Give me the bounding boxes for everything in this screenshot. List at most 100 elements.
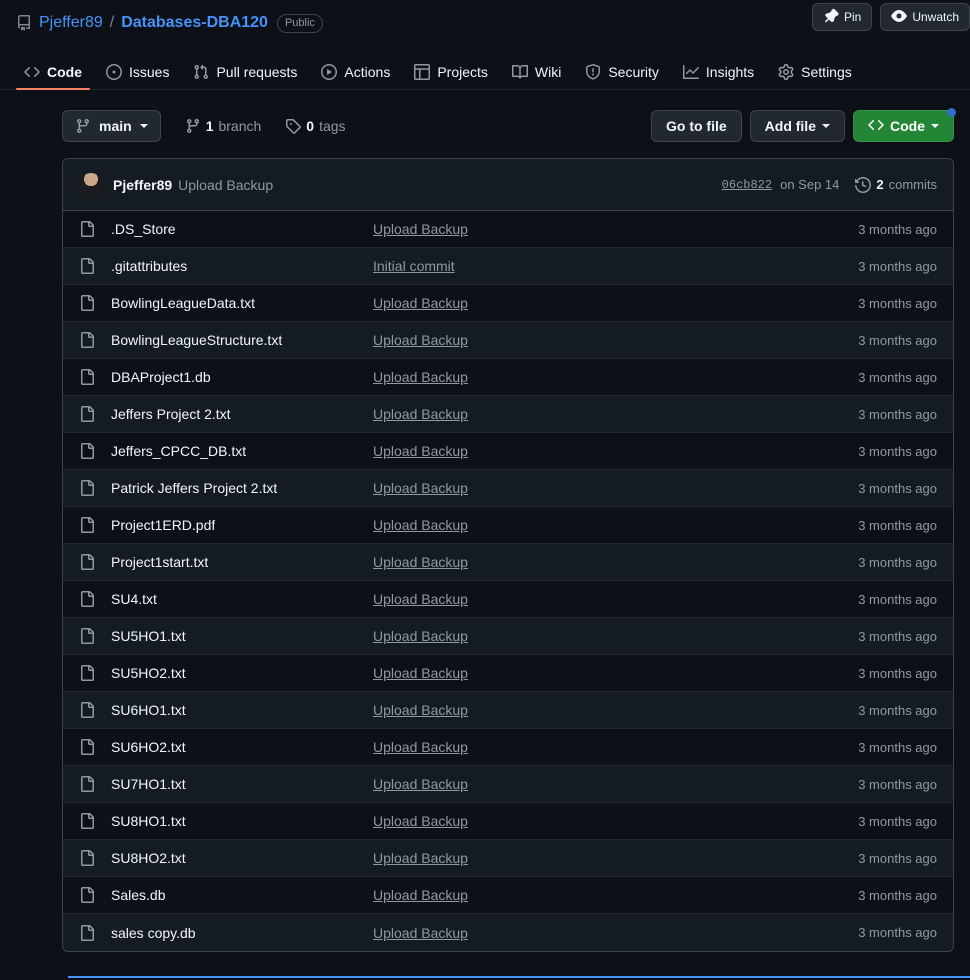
tab-projects[interactable]: Projects bbox=[406, 64, 496, 89]
file-commit-time: 3 months ago bbox=[858, 332, 937, 348]
tab-settings[interactable]: Settings bbox=[770, 64, 860, 89]
tab-actions[interactable]: Actions bbox=[313, 64, 398, 89]
branch-count-link[interactable]: 1 branch bbox=[185, 118, 261, 134]
file-name-link[interactable]: .gitattributes bbox=[111, 258, 187, 274]
file-name-cell: .gitattributes bbox=[79, 258, 373, 274]
table-row[interactable]: Project1ERD.pdf Upload Backup 3 months ago bbox=[63, 507, 953, 544]
file-commit-message[interactable]: Upload Backup bbox=[373, 776, 858, 792]
table-row[interactable]: BowlingLeagueStructure.txt Upload Backup 3… bbox=[63, 322, 953, 359]
file-commit-message[interactable]: Upload Backup bbox=[373, 665, 858, 681]
file-icon bbox=[79, 924, 111, 941]
file-name-cell: SU6HO2.txt bbox=[79, 739, 373, 755]
tab-pull-requests[interactable]: Pull requests bbox=[185, 64, 305, 89]
file-commit-message[interactable]: Upload Backup bbox=[373, 925, 858, 941]
file-commit-message[interactable]: Upload Backup bbox=[373, 517, 858, 533]
tab-insights-label: Insights bbox=[705, 64, 755, 80]
file-icon bbox=[79, 887, 111, 903]
file-name-link[interactable]: SU5HO2.txt bbox=[111, 665, 186, 681]
unwatch-button[interactable]: Unwatch bbox=[880, 3, 970, 31]
file-name-link[interactable]: Jeffers_CPCC_DB.txt bbox=[111, 443, 246, 459]
table-row[interactable]: sales copy.db Upload Backup 3 months ago bbox=[63, 914, 953, 951]
table-row[interactable]: .DS_Store Upload Backup 3 months ago bbox=[63, 211, 953, 248]
tab-wiki[interactable]: Wiki bbox=[504, 64, 569, 89]
table-row[interactable]: SU6HO2.txt Upload Backup 3 months ago bbox=[63, 729, 953, 766]
tab-security[interactable]: Security bbox=[577, 64, 667, 89]
file-name-link[interactable]: sales copy.db bbox=[111, 925, 196, 941]
avatar bbox=[79, 172, 103, 197]
file-name-link[interactable]: .DS_Store bbox=[111, 221, 176, 237]
file-commit-time: 3 months ago bbox=[858, 925, 937, 940]
file-commit-time: 3 months ago bbox=[858, 406, 937, 422]
file-commit-message[interactable]: Upload Backup bbox=[373, 443, 858, 459]
go-to-file-button[interactable]: Go to file bbox=[650, 110, 742, 142]
file-commit-message[interactable]: Upload Backup bbox=[373, 813, 858, 829]
commit-count-link[interactable]: 2 commits bbox=[855, 176, 937, 193]
table-row[interactable]: Sales.db Upload Backup 3 months ago bbox=[63, 877, 953, 914]
branch-selector[interactable]: main bbox=[62, 110, 161, 142]
table-row[interactable]: SU6HO1.txt Upload Backup 3 months ago bbox=[63, 692, 953, 729]
file-commit-message[interactable]: Upload Backup bbox=[373, 850, 858, 866]
file-name-link[interactable]: SU6HO1.txt bbox=[111, 702, 186, 718]
file-commit-message[interactable]: Upload Backup bbox=[373, 739, 858, 755]
file-name-link[interactable]: Project1start.txt bbox=[111, 554, 208, 570]
file-commit-message[interactable]: Upload Backup bbox=[373, 887, 858, 903]
file-rows: .DS_Store Upload Backup 3 months ago .gitat… bbox=[63, 211, 953, 951]
table-row[interactable]: DBAProject1.db Upload Backup 3 months ago bbox=[63, 359, 953, 396]
file-name-link[interactable]: DBAProject1.db bbox=[111, 369, 211, 385]
repo-name-link[interactable]: Databases-DBA120 bbox=[121, 14, 268, 32]
file-commit-message[interactable]: Upload Backup bbox=[373, 406, 858, 422]
file-commit-message[interactable]: Upload Backup bbox=[373, 554, 858, 570]
commit-author-link[interactable]: Pjeffer89 bbox=[113, 177, 172, 193]
table-row[interactable]: SU7HO1.txt Upload Backup 3 months ago bbox=[63, 766, 953, 803]
file-commit-message[interactable]: Initial commit bbox=[373, 258, 858, 274]
code-button[interactable]: Code bbox=[853, 108, 956, 142]
file-name-link[interactable]: SU7HO1.txt bbox=[111, 776, 186, 792]
table-row[interactable]: Jeffers_CPCC_DB.txt Upload Backup 3 months… bbox=[63, 433, 953, 470]
tags-count-link[interactable]: 0 tags bbox=[285, 118, 346, 134]
file-name-link[interactable]: Project1ERD.pdf bbox=[111, 517, 215, 533]
file-name-link[interactable]: SU4.txt bbox=[111, 591, 157, 607]
add-file-button[interactable]: Add file bbox=[749, 110, 845, 142]
commit-message-link[interactable]: Upload Backup bbox=[178, 177, 273, 193]
file-commit-time: 3 months ago bbox=[858, 517, 937, 533]
repo-owner-link[interactable]: Pjeffer89 bbox=[39, 14, 103, 32]
tab-code[interactable]: Code bbox=[16, 64, 90, 90]
latest-commit-bar: Pjeffer89 Upload Backup 06cb822 on Sep 1… bbox=[63, 159, 953, 211]
file-commit-message[interactable]: Upload Backup bbox=[373, 221, 858, 237]
file-name-link[interactable]: Patrick Jeffers Project 2.txt bbox=[111, 480, 277, 496]
table-row[interactable]: SU8HO1.txt Upload Backup 3 months ago bbox=[63, 803, 953, 840]
table-row[interactable]: SU5HO2.txt Upload Backup 3 months ago bbox=[63, 655, 953, 692]
file-commit-message[interactable]: Upload Backup bbox=[373, 295, 858, 311]
file-commit-message[interactable]: Upload Backup bbox=[373, 628, 858, 644]
file-icon bbox=[79, 850, 111, 866]
file-name-cell: Project1start.txt bbox=[79, 554, 373, 570]
file-commit-message[interactable]: Upload Backup bbox=[373, 591, 858, 607]
file-name-link[interactable]: SU5HO1.txt bbox=[111, 628, 186, 644]
table-row[interactable]: Patrick Jeffers Project 2.txt Upload Back… bbox=[63, 470, 953, 507]
table-row[interactable]: Jeffers Project 2.txt Upload Backup 3 mont… bbox=[63, 396, 953, 433]
file-name-cell: BowlingLeagueData.txt bbox=[79, 295, 373, 311]
tab-insights[interactable]: Insights bbox=[675, 64, 762, 89]
file-commit-message[interactable]: Upload Backup bbox=[373, 332, 858, 348]
file-name-link[interactable]: BowlingLeagueData.txt bbox=[111, 295, 255, 311]
table-row[interactable]: Project1start.txt Upload Backup 3 months a… bbox=[63, 544, 953, 581]
pin-button[interactable]: Pin bbox=[811, 3, 873, 31]
file-name-link[interactable]: Jeffers Project 2.txt bbox=[111, 406, 231, 422]
table-row[interactable]: BowlingLeagueData.txt Upload Backup 3 mont… bbox=[63, 285, 953, 322]
table-row[interactable]: .gitattributes Initial commit 3 months ago bbox=[63, 248, 953, 285]
table-row[interactable]: SU4.txt Upload Backup 3 months ago bbox=[63, 581, 953, 618]
file-name-link[interactable]: SU6HO2.txt bbox=[111, 739, 186, 755]
file-name-link[interactable]: BowlingLeagueStructure.txt bbox=[111, 332, 282, 348]
unwatch-button-label: Unwatch bbox=[912, 10, 959, 24]
file-commit-message[interactable]: Upload Backup bbox=[373, 702, 858, 718]
file-commit-message[interactable]: Upload Backup bbox=[373, 480, 858, 496]
table-row[interactable]: SU5HO1.txt Upload Backup 3 months ago bbox=[63, 618, 953, 655]
tab-issues[interactable]: Issues bbox=[98, 64, 177, 89]
commit-sha-link[interactable]: 06cb822 bbox=[722, 178, 772, 192]
tab-projects-label: Projects bbox=[437, 64, 488, 80]
table-row[interactable]: SU8HO2.txt Upload Backup 3 months ago bbox=[63, 840, 953, 877]
file-commit-message[interactable]: Upload Backup bbox=[373, 369, 858, 385]
file-name-link[interactable]: SU8HO2.txt bbox=[111, 850, 186, 866]
file-name-link[interactable]: Sales.db bbox=[111, 887, 165, 903]
file-name-link[interactable]: SU8HO1.txt bbox=[111, 813, 186, 829]
